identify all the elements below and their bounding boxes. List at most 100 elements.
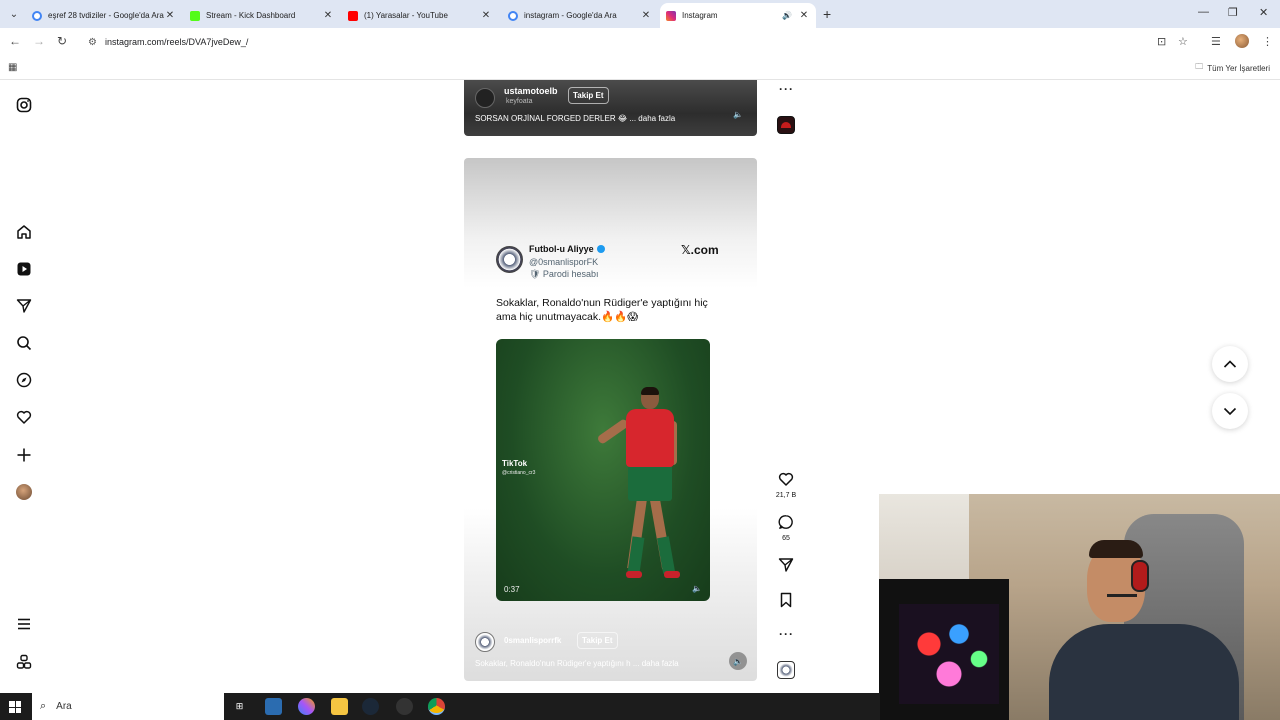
address-bar[interactable]: ⚙ instagram.com/reels/DVA7jveDew_/ bbox=[80, 31, 1140, 53]
all-bookmarks-label: Tüm Yer İşaretleri bbox=[1207, 63, 1270, 73]
obs-icon[interactable] bbox=[396, 698, 413, 715]
close-tab-icon[interactable]: ✕ bbox=[322, 10, 334, 21]
copilot-icon[interactable] bbox=[298, 698, 315, 715]
volume-icon[interactable]: 🔈 bbox=[729, 652, 747, 670]
also-from-meta-icon[interactable] bbox=[15, 653, 33, 671]
install-app-icon[interactable]: ⊡ bbox=[1157, 35, 1166, 48]
tweet-author-handle: @0smanlisporFK bbox=[529, 257, 599, 267]
tab-title: Stream - Kick Dashboard bbox=[206, 11, 296, 20]
reels-icon[interactable] bbox=[15, 260, 33, 278]
parody-account-label: 🛡 Parodi hesabı bbox=[529, 269, 599, 279]
back-arrow-icon[interactable]: ← bbox=[9, 34, 21, 48]
search-icon[interactable] bbox=[15, 334, 33, 352]
new-tab-plus-icon[interactable]: + bbox=[823, 6, 831, 22]
chrome-icon[interactable] bbox=[428, 698, 445, 715]
tab-youtube[interactable]: (1) Yarasalar - YouTube ✕ bbox=[342, 3, 498, 28]
browser-menu-icon[interactable]: ⋮ bbox=[1262, 35, 1273, 48]
bookmark-star-icon[interactable]: ☆ bbox=[1178, 35, 1188, 48]
folder-icon: 🗀 bbox=[1195, 62, 1204, 71]
close-tab-icon[interactable]: ✕ bbox=[480, 10, 492, 21]
save-bookmark-icon[interactable] bbox=[776, 592, 796, 611]
windows-taskbar: ⌕ Ara ⊞ bbox=[0, 693, 880, 720]
all-bookmarks-button[interactable]: 🗀 Tüm Yer İşaretleri bbox=[1195, 61, 1270, 75]
instagram-logo-icon[interactable] bbox=[15, 96, 33, 114]
tab-kick-dashboard[interactable]: Stream - Kick Dashboard ✕ bbox=[184, 3, 340, 28]
player-figure bbox=[596, 387, 686, 597]
profile-avatar[interactable] bbox=[1235, 34, 1249, 48]
browser-toolbar: ← → ↻ ⚙ instagram.com/reels/DVA7jveDew_/… bbox=[0, 28, 1280, 56]
app-icon[interactable] bbox=[265, 698, 282, 715]
tweet-text: Sokaklar, Ronaldo'nun Rüdiger'e yaptığın… bbox=[496, 297, 708, 323]
home-icon[interactable] bbox=[15, 223, 33, 241]
create-plus-icon[interactable] bbox=[15, 446, 33, 464]
browser-tab-strip: ⌄ eşref 28 tvdiziler - Google'da Ara ✕ S… bbox=[0, 0, 1280, 28]
tab-google-search-instagram[interactable]: instagram - Google'da Ara ✕ bbox=[502, 3, 658, 28]
video-time: 0:37 bbox=[504, 585, 520, 594]
comment-count: 65 bbox=[782, 535, 790, 542]
tiktok-watermark: TikTok bbox=[502, 459, 528, 468]
restore-icon[interactable]: ❐ bbox=[1228, 6, 1238, 19]
reel-audio-label[interactable]: keyfoata bbox=[506, 98, 532, 105]
tab-title: Instagram bbox=[682, 11, 718, 20]
reload-icon[interactable]: ↻ bbox=[57, 34, 67, 48]
current-reel[interactable]: Futbol-u Aliyye @0smanlisporFK 🛡 Parodi … bbox=[464, 158, 757, 681]
follow-button[interactable]: Takip Et bbox=[577, 632, 618, 649]
tweet-author-avatar bbox=[496, 246, 523, 273]
more-options-icon[interactable]: ··· bbox=[779, 627, 794, 641]
tab-search-chevron-icon[interactable]: ⌄ bbox=[6, 6, 22, 22]
follow-button[interactable]: Takip Et bbox=[568, 87, 609, 104]
volume-icon[interactable]: 🔈 bbox=[733, 110, 743, 119]
youtube-icon bbox=[348, 10, 358, 21]
instagram-icon bbox=[666, 10, 676, 21]
like-count: 21,7 B bbox=[775, 492, 797, 499]
tweet-author-name: Futbol-u Aliyye bbox=[529, 244, 594, 254]
reel-author-avatar[interactable] bbox=[475, 88, 495, 108]
apps-grid-icon[interactable]: ▦ bbox=[8, 62, 17, 73]
next-reel-chevron-down-icon[interactable] bbox=[1212, 393, 1248, 429]
like-heart-icon[interactable] bbox=[776, 471, 796, 490]
explore-compass-icon[interactable] bbox=[15, 371, 33, 389]
reel-caption[interactable]: Sokaklar, Ronaldo'nun Rüdiger'e yaptığın… bbox=[475, 659, 679, 668]
window-close-icon[interactable]: ✕ bbox=[1259, 6, 1268, 19]
tab-google-search-esref[interactable]: eşref 28 tvdiziler - Google'da Ara ✕ bbox=[26, 3, 182, 28]
tab-title: instagram - Google'da Ara bbox=[524, 11, 617, 20]
reel-caption[interactable]: SORSAN ORJİNAL FORGED DERLER 😂 ... daha … bbox=[475, 114, 675, 123]
windows-start-icon[interactable] bbox=[9, 701, 21, 713]
close-tab-icon[interactable]: ✕ bbox=[640, 10, 652, 21]
tab-title: eşref 28 tvdiziler - Google'da Ara bbox=[48, 11, 164, 20]
notifications-heart-icon[interactable] bbox=[15, 408, 33, 426]
audio-thumbnail[interactable] bbox=[777, 661, 795, 679]
close-tab-icon[interactable]: ✕ bbox=[164, 10, 176, 21]
tweet-author-name-row: Futbol-u Aliyye bbox=[529, 244, 605, 254]
verified-badge-icon bbox=[596, 245, 605, 253]
video-volume-icon: 🔈 bbox=[692, 584, 702, 593]
search-icon: ⌕ bbox=[40, 700, 47, 712]
more-options-icon[interactable]: ··· bbox=[779, 82, 794, 96]
close-tab-icon[interactable]: ✕ bbox=[798, 10, 810, 21]
previous-reel-chevron-up-icon[interactable] bbox=[1212, 346, 1248, 382]
comment-icon[interactable] bbox=[776, 514, 796, 533]
tab-instagram[interactable]: Instagram 🔊 ✕ bbox=[660, 3, 816, 28]
forward-arrow-icon[interactable]: → bbox=[33, 34, 45, 48]
profile-avatar[interactable] bbox=[16, 484, 32, 500]
embedded-video: TikTok @cristiano_cr3 0:37 🔈 bbox=[496, 339, 710, 601]
audio-thumbnail[interactable] bbox=[777, 116, 795, 134]
google-icon bbox=[508, 10, 518, 21]
share-icon[interactable] bbox=[776, 557, 796, 576]
file-explorer-icon[interactable] bbox=[331, 698, 348, 715]
direct-messages-icon[interactable] bbox=[15, 297, 33, 315]
steam-icon[interactable] bbox=[362, 698, 379, 715]
previous-reel[interactable]: ustamotoelb keyfoata Takip Et SORSAN ORJ… bbox=[464, 80, 757, 136]
tab-audio-icon[interactable]: 🔊 bbox=[782, 11, 792, 20]
x-logo: 𝕏.com bbox=[681, 243, 719, 257]
reel-author-username[interactable]: 0smanlisporrfk bbox=[504, 636, 561, 645]
minimize-icon[interactable]: — bbox=[1198, 6, 1209, 18]
more-menu-icon[interactable] bbox=[15, 615, 33, 633]
reel-author-username[interactable]: ustamotoelb bbox=[504, 86, 558, 96]
bookmarks-bar: ▦ 🗀 Tüm Yer İşaretleri bbox=[0, 56, 1280, 80]
task-view-icon[interactable]: ⊞ bbox=[231, 698, 248, 715]
reading-list-icon[interactable]: ☰ bbox=[1211, 35, 1221, 48]
taskbar-search-box[interactable]: ⌕ Ara bbox=[32, 693, 224, 720]
reel-author-avatar[interactable] bbox=[475, 632, 495, 652]
site-info-icon[interactable]: ⚙ bbox=[88, 37, 97, 48]
